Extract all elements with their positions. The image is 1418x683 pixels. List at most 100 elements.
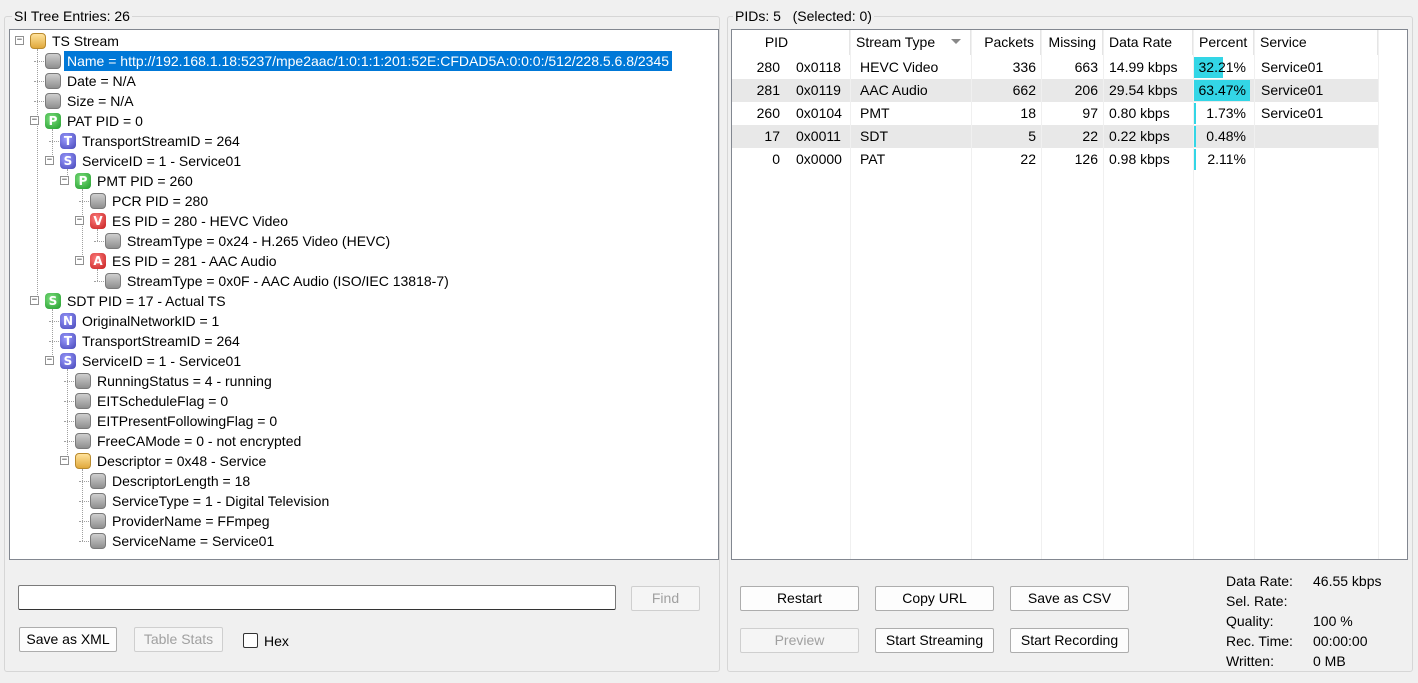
tree-node-label: ES PID = 281 - AAC Audio: [112, 253, 277, 269]
tree-node[interactable]: FreeCAMode = 0 - not encrypted: [10, 431, 718, 451]
tree-node[interactable]: P − PMT PID = 260: [10, 171, 718, 191]
hex-label: Hex: [264, 633, 289, 649]
tree-node[interactable]: ServiceType = 1 - Digital Television: [10, 491, 718, 511]
column-separator: [1254, 30, 1255, 559]
tree-node[interactable]: − TS Stream: [10, 31, 718, 51]
leaf-node-icon: [90, 473, 106, 489]
tree-node-label: OriginalNetworkID = 1: [82, 313, 220, 329]
tree-node[interactable]: PCR PID = 280: [10, 191, 718, 211]
stat-value: 100 %: [1313, 613, 1353, 629]
tree-node[interactable]: − Descriptor = 0x48 - Service: [10, 451, 718, 471]
tree-node-label: ServiceType = 1 - Digital Television: [112, 493, 330, 509]
tree-connector: [64, 421, 74, 422]
pid-row[interactable]: 260 0x0104 PMT 18 97 0.80 kbps 1.73% Service01: [732, 102, 1378, 125]
tree-node[interactable]: A − ES PID = 281 - AAC Audio: [10, 251, 718, 271]
pid-dec-cell: 0: [772, 151, 780, 167]
collapse-toggle-icon[interactable]: −: [75, 216, 84, 225]
leaf-node-icon: [105, 233, 121, 249]
tree-node[interactable]: V − ES PID = 280 - HEVC Video: [10, 211, 718, 231]
col-percent-header[interactable]: Percent: [1193, 30, 1254, 55]
collapse-toggle-icon[interactable]: −: [45, 356, 54, 365]
tree-node[interactable]: N OriginalNetworkID = 1: [10, 311, 718, 331]
si-tree-view[interactable]: − TS Stream Name = http://192.168.1.18:523…: [9, 29, 719, 560]
table-stats-button[interactable]: Table Stats: [134, 627, 223, 652]
col-service-header[interactable]: Service: [1254, 30, 1378, 55]
service-cell: Service01: [1261, 82, 1324, 98]
packets-cell: 18: [1020, 105, 1036, 121]
tree-node[interactable]: P − PAT PID = 0: [10, 111, 718, 131]
col-missing-header[interactable]: Missing: [1041, 30, 1103, 55]
start-recording-button[interactable]: Start Recording: [1010, 628, 1129, 653]
pid-hex-cell: 0x0000: [796, 151, 842, 167]
tree-node[interactable]: Date = N/A: [10, 71, 718, 91]
start-streaming-button[interactable]: Start Streaming: [875, 628, 994, 653]
service-cell: [1261, 148, 1371, 171]
leaf-node-icon: [75, 373, 91, 389]
find-button[interactable]: Find: [631, 586, 700, 611]
tree-node-label: StreamType = 0x24 - H.265 Video (HEVC): [127, 233, 391, 249]
copy-url-button[interactable]: Copy URL: [875, 586, 994, 611]
tree-node[interactable]: Name = http://192.168.1.18:5237/mpe2aac/…: [10, 51, 718, 71]
collapse-toggle-icon[interactable]: −: [60, 456, 69, 465]
preview-button[interactable]: Preview: [740, 628, 859, 653]
col-data-rate-header[interactable]: Data Rate: [1103, 30, 1193, 55]
collapse-toggle-icon[interactable]: −: [60, 176, 69, 185]
collapse-toggle-icon[interactable]: −: [75, 256, 84, 265]
tree-node[interactable]: T TransportStreamID = 264: [10, 131, 718, 151]
tree-connector: [49, 321, 59, 322]
tree-node[interactable]: ServiceName = Service01: [10, 531, 718, 551]
pid-row[interactable]: 281 0x0119 AAC Audio 662 206 29.54 kbps 63.47%…: [732, 79, 1378, 102]
leaf-node-icon: [75, 433, 91, 449]
tree-node[interactable]: S − SDT PID = 17 - Actual TS: [10, 291, 718, 311]
tree-connector: [49, 141, 59, 142]
col-packets-header[interactable]: Packets: [971, 30, 1041, 55]
tree-node-label: ServiceID = 1 - Service01: [82, 353, 242, 369]
leaf-node-icon: [90, 513, 106, 529]
missing-cell: 22: [1082, 128, 1098, 144]
tree-node[interactable]: T TransportStreamID = 264: [10, 331, 718, 351]
tree-node[interactable]: ProviderName = FFmpeg: [10, 511, 718, 531]
tree-node[interactable]: S − ServiceID = 1 - Service01: [10, 351, 718, 371]
percent-cell: 2.11%: [1207, 151, 1246, 167]
tree-node-label: StreamType = 0x0F - AAC Audio (ISO/IEC 1…: [127, 273, 449, 289]
tree-node[interactable]: EITPresentFollowingFlag = 0: [10, 411, 718, 431]
tree-node[interactable]: EITScheduleFlag = 0: [10, 391, 718, 411]
tree-node[interactable]: RunningStatus = 4 - running: [10, 371, 718, 391]
pid-list[interactable]: PID Stream Type Packets Missing Data Rate Per…: [731, 29, 1408, 560]
restart-button[interactable]: Restart: [740, 586, 859, 611]
tree-node[interactable]: StreamType = 0x0F - AAC Audio (ISO/IEC 1…: [10, 271, 718, 291]
tree-node[interactable]: S − ServiceID = 1 - Service01: [10, 151, 718, 171]
leaf-node-icon: [45, 93, 61, 109]
save-as-csv-button[interactable]: Save as CSV: [1010, 586, 1129, 611]
tree-connector: [64, 441, 74, 442]
stat-label: Written:: [1226, 653, 1274, 669]
tree-connector: [94, 281, 104, 282]
tree-node[interactable]: DescriptorLength = 18: [10, 471, 718, 491]
sort-arrow-icon: [951, 39, 961, 44]
hex-checkbox[interactable]: [243, 633, 258, 648]
column-separator: [1378, 30, 1379, 559]
pid-row[interactable]: 280 0x0118 HEVC Video 336 663 14.99 kbps 32.21…: [732, 56, 1378, 79]
collapse-toggle-icon[interactable]: −: [30, 116, 39, 125]
tree-connector: [64, 401, 74, 402]
pid-row[interactable]: 17 0x0011 SDT 5 22 0.22 kbps 0.48%: [732, 125, 1378, 148]
collapse-toggle-icon[interactable]: −: [30, 296, 39, 305]
tree-node-label: ServiceID = 1 - Service01: [82, 153, 242, 169]
col-pid-header[interactable]: PID: [732, 30, 850, 55]
tree-node-label: DescriptorLength = 18: [112, 473, 251, 489]
tree-node[interactable]: Size = N/A: [10, 91, 718, 111]
tree-node-label: FreeCAMode = 0 - not encrypted: [97, 433, 302, 449]
pid-dec-cell: 260: [756, 105, 780, 121]
tree-node-label: ProviderName = FFmpeg: [112, 513, 270, 529]
search-input[interactable]: [18, 585, 616, 610]
save-as-xml-button[interactable]: Save as XML: [19, 627, 117, 652]
tree-node-label: SDT PID = 17 - Actual TS: [67, 293, 226, 309]
leaf-node-icon: [45, 73, 61, 89]
collapse-toggle-icon[interactable]: −: [15, 36, 24, 45]
tree-node[interactable]: StreamType = 0x24 - H.265 Video (HEVC): [10, 231, 718, 251]
data-rate-cell: 0.22 kbps: [1109, 128, 1170, 144]
tree-connector: [94, 241, 104, 242]
pid-row[interactable]: 0 0x0000 PAT 22 126 0.98 kbps 2.11%: [732, 148, 1378, 171]
collapse-toggle-icon[interactable]: −: [45, 156, 54, 165]
pid-dec-cell: 280: [756, 59, 780, 75]
